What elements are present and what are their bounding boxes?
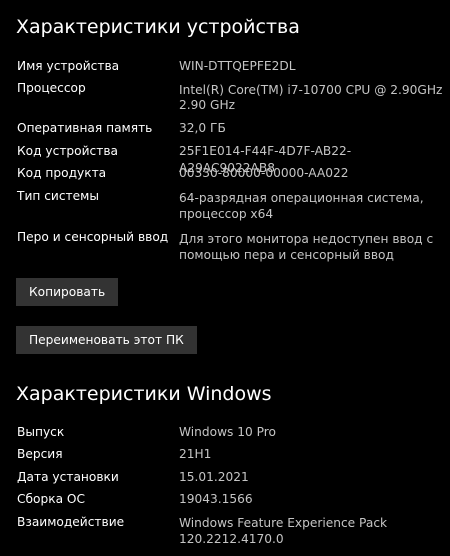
spec-value[interactable]: 21H1 xyxy=(179,446,444,463)
spec-value[interactable]: 32,0 ГБ xyxy=(179,120,444,137)
rename-pc-button[interactable]: Переименовать этот ПК xyxy=(16,326,197,354)
spec-value[interactable]: 15.01.2021 xyxy=(179,469,444,486)
spec-value-line2[interactable]: помощью пера и сенсорный ввод xyxy=(179,247,444,264)
spec-label: Взаимодействие xyxy=(17,515,125,529)
copy-button[interactable]: Копировать xyxy=(16,278,119,306)
spec-label: Выпуск xyxy=(17,425,65,439)
spec-value[interactable]: Windows Feature Experience Pack xyxy=(179,515,444,532)
spec-value[interactable]: Windows 10 Pro xyxy=(179,424,444,441)
spec-value-line2[interactable]: 120.2212.4170.0 xyxy=(179,531,444,548)
windows-specs-title: Характеристики Windows xyxy=(16,383,272,405)
spec-label: Дата установки xyxy=(17,470,119,484)
spec-label: Код устройства xyxy=(17,144,118,158)
spec-value[interactable]: 00330-80000-00000-AA022 xyxy=(179,165,444,182)
spec-value[interactable]: 64-разрядная операционная система, xyxy=(179,190,444,207)
spec-label: Оперативная память xyxy=(17,121,153,135)
spec-label: Тип системы xyxy=(17,189,99,203)
spec-value-line2[interactable]: процессор x64 xyxy=(179,206,444,223)
spec-label: Процессор xyxy=(17,81,86,95)
spec-value[interactable]: Для этого монитора недоступен ввод с xyxy=(179,231,444,248)
spec-label: Перо и сенсорный ввод xyxy=(17,230,169,244)
spec-label: Сборка ОС xyxy=(17,492,86,506)
spec-label: Имя устройства xyxy=(17,59,120,73)
spec-value-line2[interactable]: 2.90 GHz xyxy=(179,97,444,114)
device-specs-title: Характеристики устройства xyxy=(16,16,300,38)
spec-label: Код продукта xyxy=(17,166,107,180)
spec-label: Версия xyxy=(17,447,63,461)
spec-value[interactable]: 19043.1566 xyxy=(179,491,444,508)
spec-value[interactable]: WIN-DTTQEPFE2DL xyxy=(179,58,444,75)
